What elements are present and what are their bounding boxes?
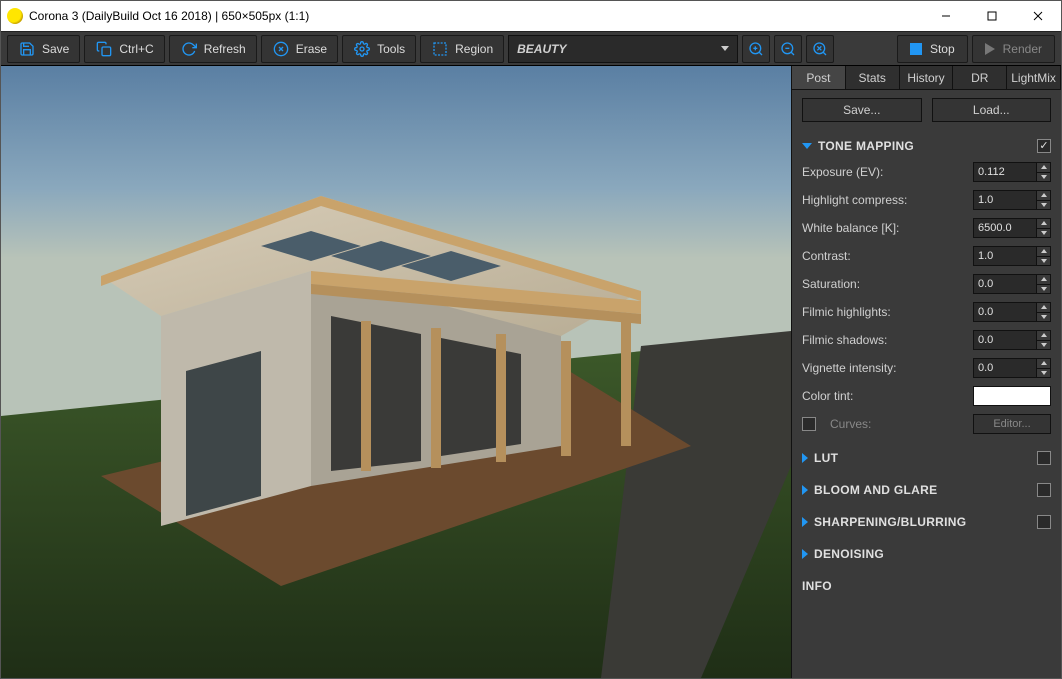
chevron-right-icon <box>802 549 808 559</box>
tab-stats[interactable]: Stats <box>846 66 900 89</box>
filmic-shadows-label: Filmic shadows: <box>802 333 965 347</box>
tab-dr[interactable]: DR <box>953 66 1007 89</box>
stop-icon <box>910 43 922 55</box>
refresh-label: Refresh <box>204 42 246 56</box>
stop-button[interactable]: Stop <box>897 35 968 63</box>
tools-button[interactable]: Tools <box>342 35 416 63</box>
section-sharpen[interactable]: SHARPENING/BLURRING <box>802 510 1051 534</box>
tone-mapping-checkbox[interactable] <box>1037 139 1051 153</box>
white-balance-spinner[interactable]: 6500.0 <box>973 218 1051 238</box>
section-lut[interactable]: LUT <box>802 446 1051 470</box>
color-tint-swatch[interactable] <box>973 386 1051 406</box>
panel-tabs: Post Stats History DR LightMix <box>792 66 1061 90</box>
sharpen-checkbox[interactable] <box>1037 515 1051 529</box>
erase-icon <box>272 40 290 58</box>
filmic-highlights-label: Filmic highlights: <box>802 305 965 319</box>
close-button[interactable] <box>1015 1 1061 31</box>
section-info[interactable]: INFO <box>802 574 1051 598</box>
saturation-label: Saturation: <box>802 277 965 291</box>
chevron-down-icon <box>721 46 729 51</box>
play-icon <box>985 43 995 55</box>
vignette-label: Vignette intensity: <box>802 361 965 375</box>
exposure-label: Exposure (EV): <box>802 165 965 179</box>
region-label: Region <box>455 42 493 56</box>
maximize-button[interactable] <box>969 1 1015 31</box>
vignette-spinner[interactable]: 0.0 <box>973 358 1051 378</box>
copy-label: Ctrl+C <box>119 42 153 56</box>
section-denoise[interactable]: DENOISING <box>802 542 1051 566</box>
chevron-right-icon <box>802 517 808 527</box>
tab-history[interactable]: History <box>900 66 954 89</box>
tab-post[interactable]: Post <box>792 66 846 89</box>
bloom-checkbox[interactable] <box>1037 483 1051 497</box>
filmic-shadows-spinner[interactable]: 0.0 <box>973 330 1051 350</box>
saturation-spinner[interactable]: 0.0 <box>973 274 1051 294</box>
render-viewport[interactable] <box>1 66 791 678</box>
panel-save-button[interactable]: Save... <box>802 98 922 122</box>
zoom-fit-button[interactable] <box>806 35 834 63</box>
section-tone-mapping[interactable]: TONE MAPPING <box>802 134 1051 158</box>
lut-checkbox[interactable] <box>1037 451 1051 465</box>
white-balance-label: White balance [K]: <box>802 221 965 235</box>
stop-label: Stop <box>930 42 955 56</box>
side-panel: Post Stats History DR LightMix Save... L… <box>791 66 1061 678</box>
curves-editor-button[interactable]: Editor... <box>973 414 1051 434</box>
tools-icon <box>353 40 371 58</box>
zoom-out-button[interactable] <box>774 35 802 63</box>
color-tint-label: Color tint: <box>802 389 965 403</box>
region-icon <box>431 40 449 58</box>
save-label: Save <box>42 42 69 56</box>
contrast-label: Contrast: <box>802 249 965 263</box>
chevron-right-icon <box>802 485 808 495</box>
render-image <box>1 66 791 678</box>
contrast-spinner[interactable]: 1.0 <box>973 246 1051 266</box>
render-label: Render <box>1003 42 1042 56</box>
copy-button[interactable]: Ctrl+C <box>84 35 164 63</box>
render-button[interactable]: Render <box>972 35 1055 63</box>
exposure-spinner[interactable]: 0.112 <box>973 162 1051 182</box>
render-pass-dropdown[interactable]: BEAUTY <box>508 35 738 63</box>
tab-lightmix[interactable]: LightMix <box>1007 66 1061 89</box>
render-pass-value: BEAUTY <box>517 42 566 56</box>
chevron-down-icon <box>802 143 812 149</box>
curves-checkbox[interactable] <box>802 417 816 431</box>
toolbar: Save Ctrl+C Refresh Erase Tools Region B… <box>1 31 1061 66</box>
app-icon <box>7 8 23 24</box>
minimize-button[interactable] <box>923 1 969 31</box>
copy-icon <box>95 40 113 58</box>
zoom-in-button[interactable] <box>742 35 770 63</box>
panel-load-button[interactable]: Load... <box>932 98 1052 122</box>
refresh-button[interactable]: Refresh <box>169 35 257 63</box>
curves-label: Curves: <box>830 417 965 431</box>
filmic-highlights-spinner[interactable]: 0.0 <box>973 302 1051 322</box>
window-title: Corona 3 (DailyBuild Oct 16 2018) | 650×… <box>29 9 309 23</box>
save-button[interactable]: Save <box>7 35 80 63</box>
section-bloom[interactable]: BLOOM AND GLARE <box>802 478 1051 502</box>
region-button[interactable]: Region <box>420 35 504 63</box>
chevron-right-icon <box>802 453 808 463</box>
erase-label: Erase <box>296 42 327 56</box>
erase-button[interactable]: Erase <box>261 35 338 63</box>
highlight-compress-label: Highlight compress: <box>802 193 965 207</box>
refresh-icon <box>180 40 198 58</box>
highlight-compress-spinner[interactable]: 1.0 <box>973 190 1051 210</box>
titlebar: Corona 3 (DailyBuild Oct 16 2018) | 650×… <box>1 1 1061 31</box>
tools-label: Tools <box>377 42 405 56</box>
save-icon <box>18 40 36 58</box>
